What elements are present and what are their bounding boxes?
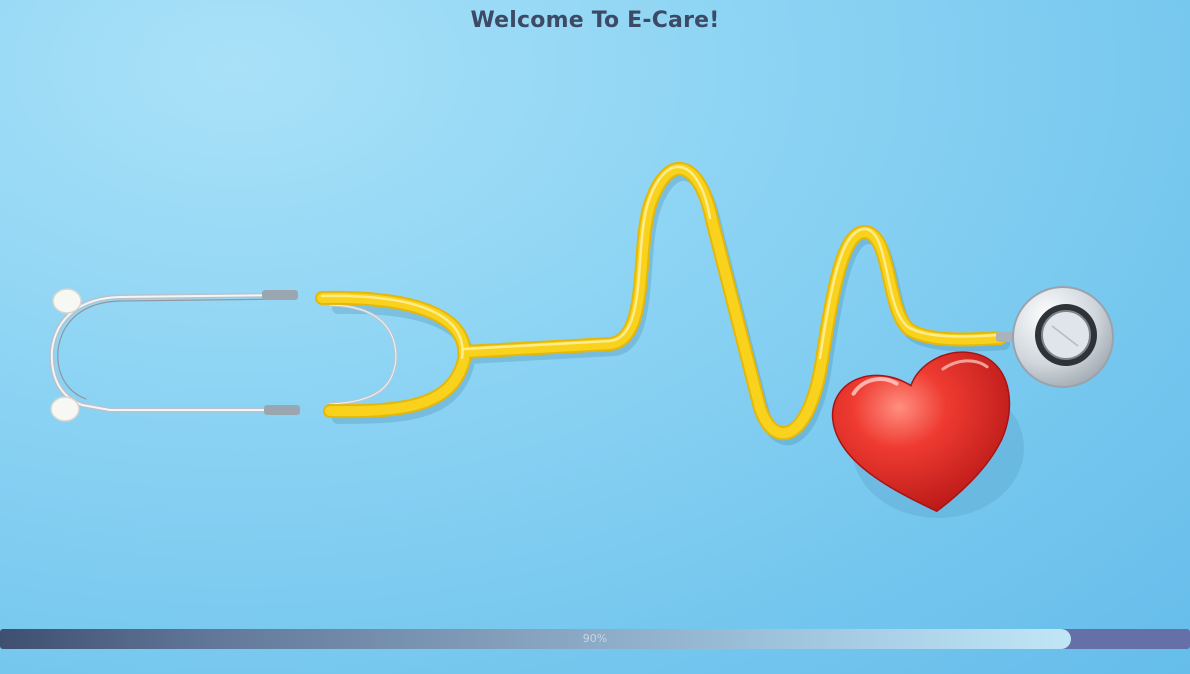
connector-top — [262, 290, 298, 300]
progress-bar: 90% — [0, 629, 1190, 649]
ear-tip-bottom — [50, 396, 80, 422]
connector-bottom — [264, 405, 300, 415]
progress-label: 90% — [582, 632, 608, 645]
stethoscope-heart-illustration — [49, 161, 1114, 518]
ear-tip-top — [52, 288, 82, 314]
chest-piece — [996, 286, 1114, 388]
